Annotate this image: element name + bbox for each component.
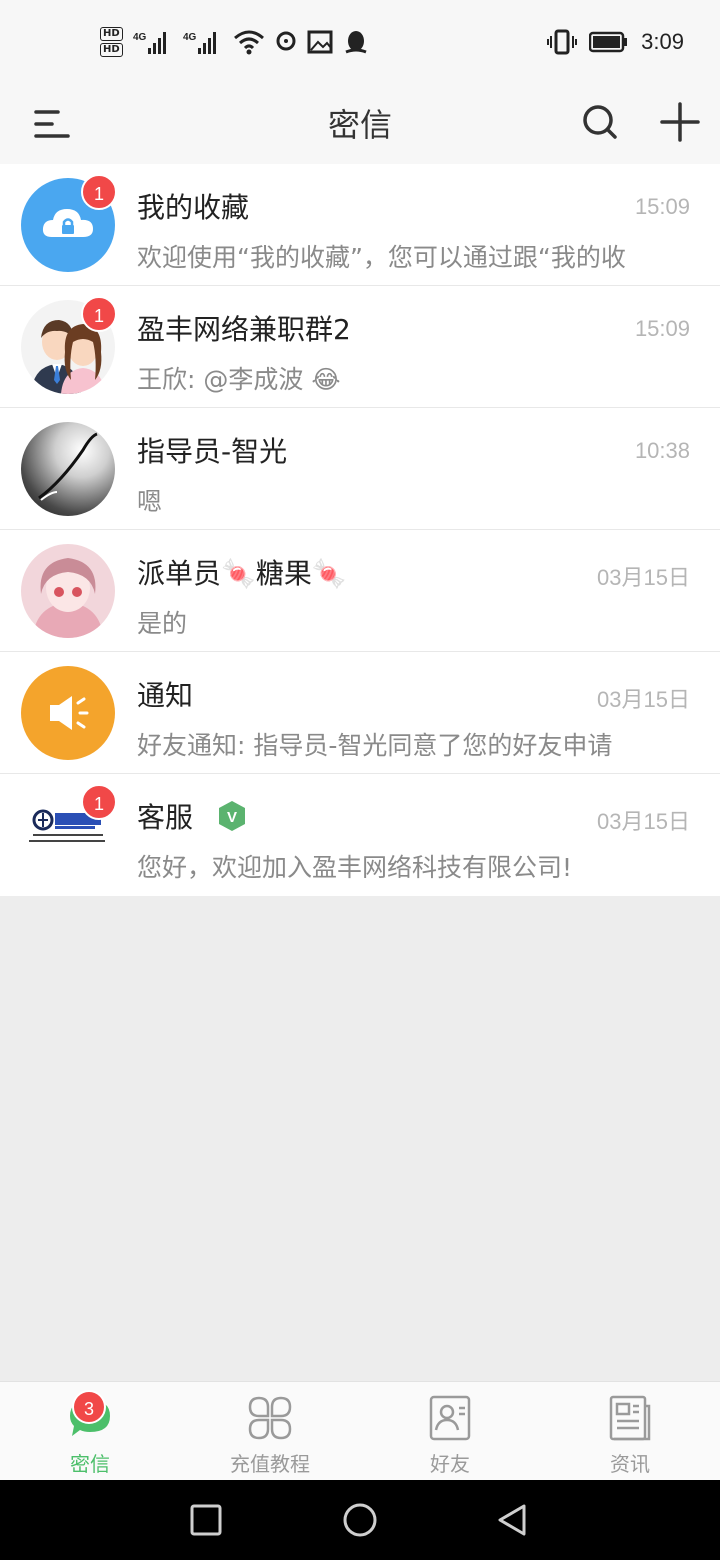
tab-label: 充值教程: [230, 1452, 310, 1476]
avatar: [21, 422, 115, 516]
conversation-preview: 嗯: [137, 487, 163, 516]
add-button[interactable]: [654, 96, 706, 148]
status-right: 3:09: [547, 22, 684, 62]
top-bar: 密信: [0, 84, 720, 164]
signal-2-icon: 4G: [183, 32, 216, 54]
conversation-preview: 王欣: @李成波 😂: [137, 365, 341, 394]
home-button[interactable]: [340, 1500, 380, 1540]
vibrate-icon: [547, 29, 578, 55]
recent-apps-button[interactable]: [186, 1500, 226, 1540]
signal-1-icon: 4G: [133, 32, 166, 54]
avatar-wrap: [21, 422, 115, 516]
wifi-icon: [233, 30, 264, 55]
avatar: [21, 544, 115, 638]
conversation-time: 03月15日: [597, 565, 690, 590]
unread-badge: 1: [81, 784, 117, 820]
conversation-time: 15:09: [634, 316, 690, 341]
tab-news[interactable]: 资讯: [540, 1382, 720, 1480]
conversation-name: 客服 V: [137, 796, 247, 836]
conversation-preview: 是的: [137, 609, 188, 638]
conversation-preview: 您好，欢迎加入盈丰网络科技有限公司!: [137, 853, 573, 882]
tab-label: 好友: [430, 1452, 470, 1476]
tab-recharge-tutorial[interactable]: 充值教程: [180, 1382, 360, 1480]
plus-icon: [660, 102, 700, 142]
conversation-name: 指导员-智光: [137, 430, 287, 470]
speaker-icon: [50, 696, 89, 730]
avatar-wrap: [21, 666, 115, 760]
unread-badge: 1: [81, 174, 117, 210]
apps-icon: [246, 1394, 294, 1442]
search-button[interactable]: [574, 96, 626, 148]
conversation-name: 盈丰网络兼职群2: [137, 308, 351, 348]
name-text: 派单员🍬糖果🍬: [137, 557, 347, 590]
avatar-wrap: 1: [21, 296, 117, 394]
status-left: HD HD 4G 4G: [100, 22, 369, 62]
qq-icon: [345, 31, 367, 54]
conversation-item[interactable]: 指导员-智光 10:38 嗯: [0, 408, 720, 530]
clock: 3:09: [641, 29, 684, 54]
conversation-item[interactable]: 1 客服 V 03月15日 您好，欢迎加入盈丰网络科技有限公司!: [0, 774, 720, 896]
tab-label: 资讯: [610, 1452, 650, 1476]
tab-badge: 3: [72, 1390, 106, 1424]
avatar-wrap: [21, 544, 115, 638]
message-icon: [276, 31, 296, 51]
svg-text:4G: 4G: [183, 32, 197, 43]
name-text: 指导员-智光: [137, 435, 288, 468]
conversation-item[interactable]: 1 盈丰网络兼职群2 15:09 王欣: @李成波 😂: [0, 286, 720, 408]
gallery-icon: [307, 30, 333, 54]
back-triangle-icon: [498, 1504, 526, 1536]
anime-girl-avatar-icon: [33, 558, 103, 638]
status-bar: HD HD 4G 4G 3:09: [0, 0, 720, 84]
square-icon: [190, 1504, 222, 1536]
battery-icon: [589, 31, 628, 53]
conversation-preview: 欢迎使用“我的收藏”，您可以通过跟“我的收: [137, 243, 626, 272]
unread-badge: 1: [81, 296, 117, 332]
svg-text:V: V: [227, 809, 237, 826]
bottom-tab-bar: 3 密信 充值教程 好友 资讯: [0, 1381, 720, 1480]
conversation-preview: 好友通知: 指导员-智光同意了您的好友申请: [137, 731, 613, 760]
back-button[interactable]: [492, 1500, 532, 1540]
conversation-item[interactable]: 1 我的收藏 15:09 欢迎使用“我的收藏”，您可以通过跟“我的收: [0, 164, 720, 286]
conversation-item[interactable]: 派单员🍬糖果🍬 03月15日 是的: [0, 530, 720, 652]
conversation-list: 1 我的收藏 15:09 欢迎使用“我的收藏”，您可以通过跟“我的收 1 盈丰网…: [0, 164, 720, 896]
avatar-wrap: 1: [21, 174, 117, 272]
hd2-label: HD: [100, 43, 123, 57]
conversation-time: 15:09: [634, 194, 690, 219]
svg-text:4G: 4G: [133, 32, 147, 43]
hd-indicator: HD HD: [100, 27, 123, 57]
search-icon: [583, 105, 617, 139]
conversation-name: 派单员🍬糖果🍬: [137, 552, 347, 592]
name-text: 盈丰网络兼职群2: [137, 313, 351, 346]
hd1-label: HD: [100, 27, 123, 41]
conversation-time: 03月15日: [597, 809, 690, 834]
conversation-time: 10:38: [634, 438, 690, 463]
conversation-item[interactable]: 通知 03月15日 好友通知: 指导员-智光同意了您的好友申请: [0, 652, 720, 774]
name-text: 通知: [137, 679, 194, 712]
contacts-icon: [426, 1394, 474, 1442]
name-text: 客服: [137, 801, 194, 834]
conversation-name: 我的收藏: [137, 186, 249, 226]
news-icon: [606, 1394, 654, 1442]
conversation-time: 03月15日: [597, 687, 690, 712]
verified-shield-icon: V: [219, 801, 246, 831]
tab-messages[interactable]: 3 密信: [0, 1382, 180, 1480]
name-text: 我的收藏: [137, 191, 250, 224]
tab-label: 密信: [70, 1452, 110, 1476]
tab-friends[interactable]: 好友: [360, 1382, 540, 1480]
verified-badge: V: [217, 800, 247, 832]
abstract-avatar-icon: [38, 432, 98, 501]
system-nav-bar: [0, 1480, 720, 1560]
conversation-name: 通知: [137, 674, 193, 714]
avatar-wrap: 1: [21, 784, 117, 882]
circle-icon: [343, 1503, 377, 1537]
avatar: [21, 666, 115, 760]
